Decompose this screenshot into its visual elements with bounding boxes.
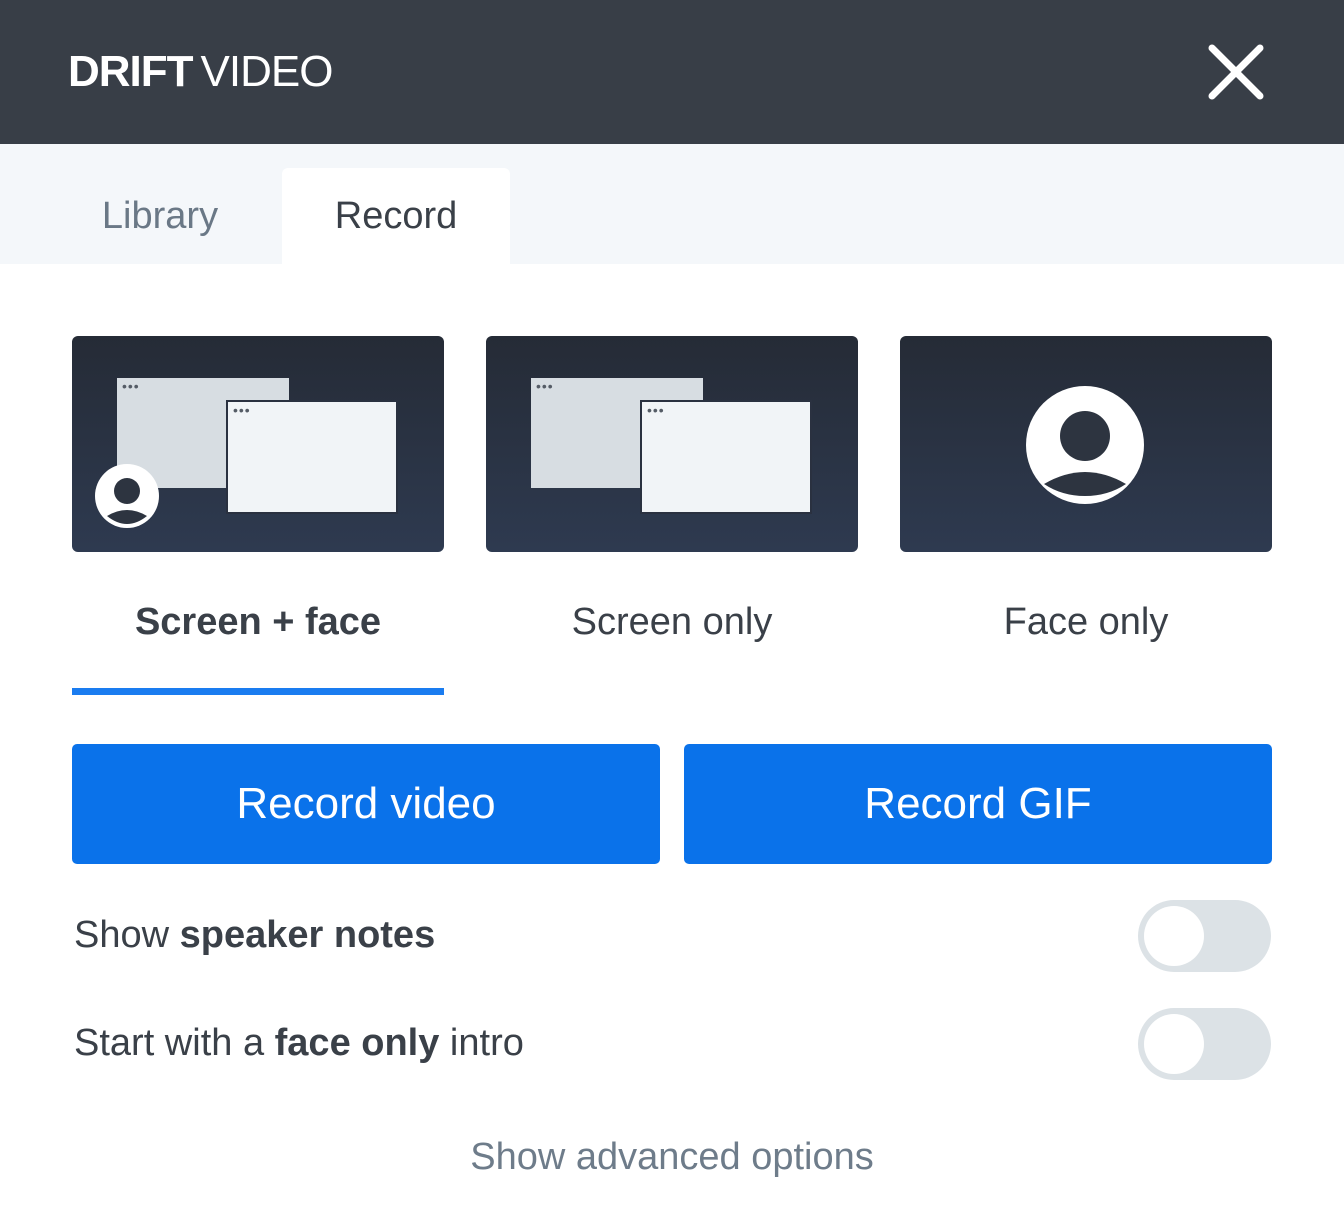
drift-video-panel: DRIFT VIDEO Library Record ••• ••• Scree… [0, 0, 1344, 1218]
window-dots: ••• [233, 402, 251, 418]
front-window-shape: ••• [226, 400, 398, 514]
speaker-notes-label: Show speaker notes [74, 910, 435, 960]
screen-face-icon: ••• ••• [72, 336, 444, 552]
record-video-button[interactable]: Record video [72, 744, 660, 864]
face-intro-prefix: Start with a [74, 1022, 275, 1064]
screen-only-icon: ••• ••• [486, 336, 858, 552]
tab-library[interactable]: Library [40, 168, 280, 264]
speaker-notes-bold: speaker notes [179, 914, 436, 956]
face-intro-bold: face only [274, 1022, 440, 1064]
face-intro-suffix: intro [439, 1022, 524, 1064]
selected-mode-indicator [72, 688, 444, 695]
show-advanced-options-link[interactable]: Show advanced options [0, 1132, 1344, 1182]
avatar-icon [1026, 386, 1144, 504]
front-window-shape: ••• [640, 400, 812, 514]
window-dots: ••• [536, 378, 554, 394]
mode-label-screen-only: Screen only [571, 601, 773, 643]
header-bar: DRIFT VIDEO [0, 0, 1344, 144]
tab-record[interactable]: Record [282, 168, 510, 264]
close-button[interactable] [1206, 42, 1266, 102]
logo-bold-text: DRIFT [68, 47, 194, 96]
mode-label-screen-face: Screen + face [134, 601, 382, 643]
toggle-knob [1144, 1014, 1204, 1074]
logo-light-text: VIDEO [200, 47, 334, 96]
face-only-icon [900, 336, 1272, 552]
close-icon [1208, 44, 1264, 100]
face-intro-toggle[interactable] [1138, 1008, 1271, 1080]
window-dots: ••• [647, 402, 665, 418]
toggle-knob [1144, 906, 1204, 966]
speaker-notes-prefix: Show [74, 914, 180, 956]
window-dots: ••• [122, 378, 140, 394]
record-gif-button[interactable]: Record GIF [684, 744, 1272, 864]
speaker-notes-toggle[interactable] [1138, 900, 1271, 972]
face-intro-label: Start with a face only intro [74, 1018, 524, 1068]
tab-bar: Library Record [0, 144, 1344, 264]
avatar-icon [95, 464, 159, 528]
drift-video-logo: DRIFT VIDEO [68, 47, 334, 96]
mode-label-face-only: Face only [1003, 601, 1169, 643]
